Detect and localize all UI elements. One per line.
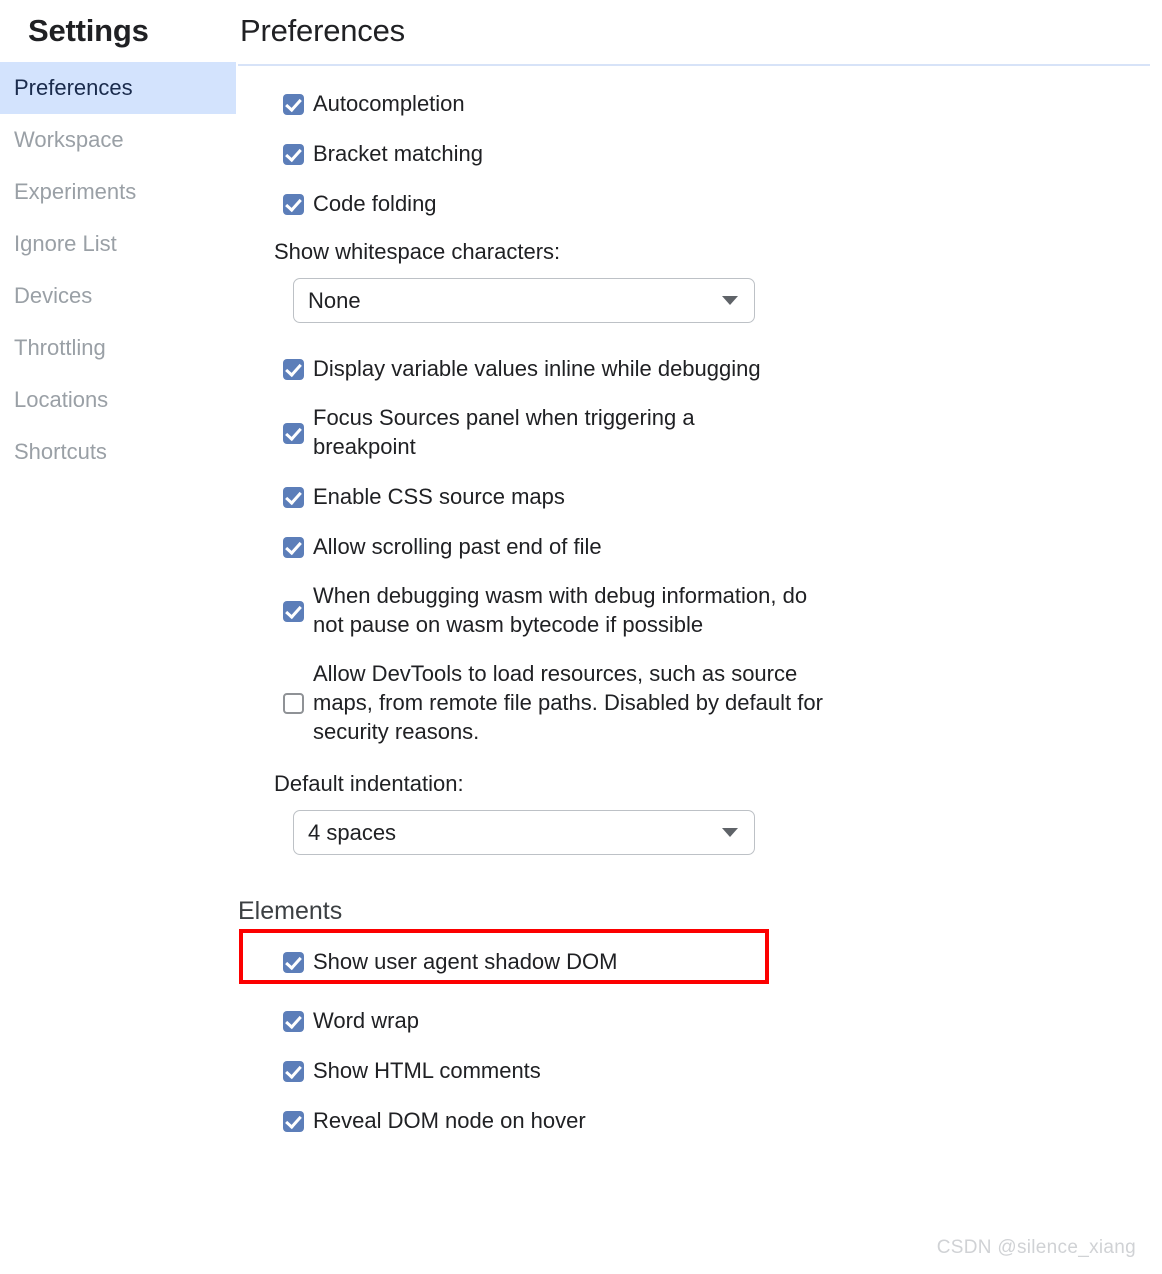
sidebar-item-label: Preferences bbox=[14, 75, 133, 101]
checkbox-label: Allow DevTools to load resources, such a… bbox=[313, 661, 823, 745]
checkbox-row-enable-css-source-maps[interactable]: Enable CSS source maps bbox=[283, 481, 1162, 511]
sidebar-nav-list: Preferences Workspace Experiments Ignore… bbox=[0, 62, 236, 478]
section-heading-elements: Elements bbox=[238, 897, 343, 926]
chevron-down-icon bbox=[722, 296, 738, 306]
checkbox-row-bracket-matching[interactable]: Bracket matching bbox=[283, 138, 1162, 168]
checkbox-label: Show user agent shadow DOM bbox=[313, 948, 618, 974]
checkbox-label: Focus Sources panel when triggering a br… bbox=[313, 405, 695, 460]
sidebar-item-locations[interactable]: Locations bbox=[0, 374, 236, 426]
checkbox-show-html-comments[interactable] bbox=[283, 1060, 304, 1082]
checkbox-label: Autocompletion bbox=[313, 90, 465, 116]
settings-sidebar: Settings Preferences Workspace Experimen… bbox=[0, 0, 236, 1274]
checkbox-label: Code folding bbox=[313, 190, 437, 216]
sidebar-item-label: Devices bbox=[14, 283, 93, 309]
select-value: 4 spaces bbox=[308, 819, 397, 845]
checkbox-allow-remote-resources[interactable] bbox=[283, 693, 304, 715]
checkbox-row-wasm-bytecode[interactable]: When debugging wasm with debug informati… bbox=[283, 581, 1162, 639]
checkbox-row-show-user-agent-shadow-dom[interactable]: Show user agent shadow DOM bbox=[283, 946, 1162, 976]
page-title: Preferences bbox=[240, 13, 405, 48]
watermark: CSDN @silence_xiang bbox=[936, 1237, 1136, 1258]
checkbox-label: Enable CSS source maps bbox=[313, 483, 565, 509]
checkbox-wasm-bytecode[interactable] bbox=[283, 600, 304, 622]
checkbox-row-focus-sources-panel[interactable]: Focus Sources panel when triggering a br… bbox=[283, 403, 1162, 461]
preferences-content: Autocompletion Bracket matching Code fol… bbox=[236, 66, 1162, 1135]
checkbox-row-show-html-comments[interactable]: Show HTML comments bbox=[283, 1055, 1162, 1085]
checkbox-display-variable-values[interactable] bbox=[283, 358, 304, 380]
settings-window: Settings Preferences Workspace Experimen… bbox=[0, 0, 1162, 1274]
checkbox-autocompletion[interactable] bbox=[283, 93, 304, 115]
sidebar-item-label: Throttling bbox=[14, 335, 106, 361]
checkbox-bracket-matching[interactable] bbox=[283, 143, 304, 165]
default-indentation-select[interactable]: 4 spaces bbox=[293, 810, 755, 856]
whitespace-characters-select[interactable]: None bbox=[293, 278, 755, 324]
sidebar-item-label: Experiments bbox=[14, 179, 137, 205]
checkbox-row-code-folding[interactable]: Code folding bbox=[283, 188, 1162, 218]
sidebar-item-label: Locations bbox=[14, 387, 109, 413]
checkbox-row-word-wrap[interactable]: Word wrap bbox=[283, 1005, 1162, 1035]
checkbox-enable-css-source-maps[interactable] bbox=[283, 486, 304, 508]
checkbox-row-allow-remote-resources[interactable]: Allow DevTools to load resources, such a… bbox=[283, 659, 1162, 746]
checkbox-label: Allow scrolling past end of file bbox=[313, 533, 602, 559]
sidebar-item-label: Ignore List bbox=[14, 231, 117, 257]
checkbox-row-autocompletion[interactable]: Autocompletion bbox=[283, 88, 1162, 118]
checkbox-code-folding[interactable] bbox=[283, 193, 304, 215]
sidebar-item-label: Workspace bbox=[14, 127, 124, 153]
checkbox-label: When debugging wasm with debug informati… bbox=[313, 583, 808, 638]
sidebar-item-experiments[interactable]: Experiments bbox=[0, 166, 236, 218]
whitespace-characters-label: Show whitespace characters: bbox=[274, 239, 561, 265]
checkbox-label: Display variable values inline while deb… bbox=[313, 355, 761, 381]
sidebar-item-devices[interactable]: Devices bbox=[0, 270, 236, 322]
select-value: None bbox=[308, 287, 361, 313]
checkbox-label: Bracket matching bbox=[313, 140, 483, 166]
sidebar-item-ignore-list[interactable]: Ignore List bbox=[0, 218, 236, 270]
checkbox-label: Word wrap bbox=[313, 1007, 419, 1033]
checkbox-reveal-dom-node-on-hover[interactable] bbox=[283, 1110, 304, 1132]
default-indentation-label: Default indentation: bbox=[274, 771, 464, 797]
highlighted-setting-wrapper: Show user agent shadow DOM bbox=[236, 929, 1162, 985]
sidebar-item-label: Shortcuts bbox=[14, 439, 107, 465]
checkbox-row-display-variable-values[interactable]: Display variable values inline while deb… bbox=[283, 353, 1162, 383]
checkbox-word-wrap[interactable] bbox=[283, 1010, 304, 1032]
sidebar-item-throttling[interactable]: Throttling bbox=[0, 322, 236, 374]
checkbox-focus-sources-panel[interactable] bbox=[283, 422, 304, 444]
sidebar-title: Settings bbox=[28, 13, 149, 48]
sidebar-item-workspace[interactable]: Workspace bbox=[0, 114, 236, 166]
sidebar-item-shortcuts[interactable]: Shortcuts bbox=[0, 426, 236, 478]
chevron-down-icon bbox=[722, 828, 738, 838]
sidebar-item-preferences[interactable]: Preferences bbox=[0, 62, 236, 115]
checkbox-allow-scrolling-past-end[interactable] bbox=[283, 536, 304, 558]
checkbox-row-reveal-dom-node-on-hover[interactable]: Reveal DOM node on hover bbox=[283, 1105, 1162, 1135]
checkbox-row-allow-scrolling-past-end[interactable]: Allow scrolling past end of file bbox=[283, 531, 1162, 561]
checkbox-show-user-agent-shadow-dom[interactable] bbox=[283, 951, 304, 973]
checkbox-label: Reveal DOM node on hover bbox=[313, 1107, 586, 1133]
checkbox-label: Show HTML comments bbox=[313, 1057, 541, 1083]
preferences-panel: Preferences Autocompletion Bracket match… bbox=[236, 0, 1162, 1274]
